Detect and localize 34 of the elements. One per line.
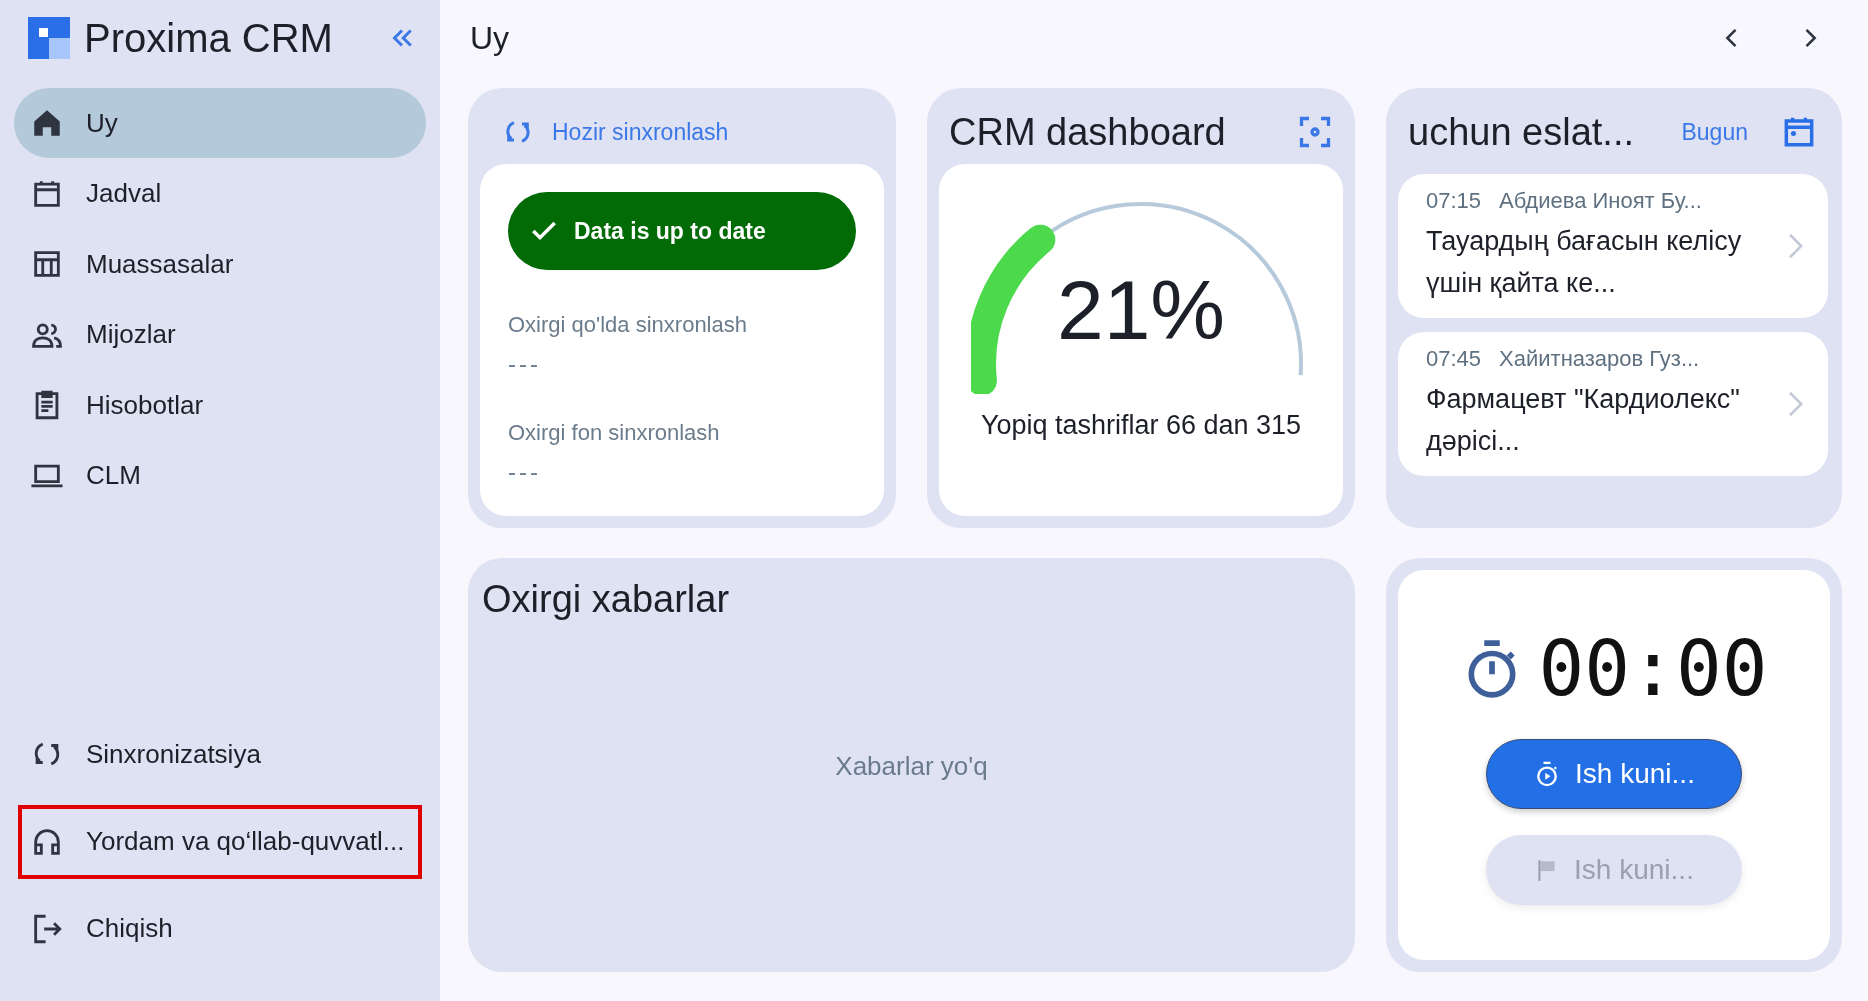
field-label: Oxirgi qo'lda sinxronlash — [508, 312, 748, 338]
reminder-text: Фармацевт "Кардиолекс" дәрісі... — [1426, 383, 1741, 458]
focus-icon[interactable] — [1297, 114, 1333, 150]
page-title: Uy — [470, 19, 510, 57]
nav-item[interactable]: Sinxronizatsiya — [14, 712, 426, 796]
nav-item[interactable]: Yordam va qo‘llab-quvvatl... — [18, 804, 422, 879]
nav-item[interactable]: Mijozlar — [14, 299, 426, 370]
nav-item[interactable]: Jadval — [14, 158, 426, 229]
percent-value: 21% — [1056, 262, 1226, 359]
reminder-text: Тауардың бағасын келісу үшін қайта ке... — [1426, 225, 1743, 300]
reminder-item[interactable]: 07:15 Абдиева Иноят Бу... Тауардың бағасын келісу үшін қайта ке... — [1398, 174, 1828, 318]
nav-item[interactable]: Uy — [14, 88, 426, 158]
app-title: Proxima CRM — [84, 15, 333, 61]
reminder-time: 07:45 — [1426, 346, 1482, 372]
reminder-time: 07:15 — [1426, 188, 1482, 214]
nav-item[interactable]: Muassasalar — [14, 229, 426, 299]
logo-icon — [28, 17, 70, 59]
nav-item[interactable]: Chiqish — [14, 886, 426, 971]
nav-item[interactable]: Hisobotlar — [14, 370, 426, 440]
field-value: --- — [508, 458, 542, 486]
field-value: --- — [508, 350, 542, 378]
status-badge: Data is up to date — [508, 192, 856, 270]
field-label: Oxirgi fon sinxronlash — [508, 420, 721, 446]
start-day-button[interactable]: Ish kuni... — [1486, 739, 1742, 809]
reminder-client: Хайитназаров Гуз... — [1499, 346, 1700, 372]
gauge-caption: Yopiq tashriflar 66 dan 315 — [979, 409, 1303, 442]
card-title: Oxirgi xabarlar — [482, 578, 731, 621]
card-title: uchun eslat... — [1408, 110, 1636, 154]
nav-item[interactable]: CLM — [14, 440, 426, 511]
card-title: CRM dashboard — [949, 110, 1227, 154]
empty-message: Xabarlar yo'q — [835, 751, 988, 782]
timer-display: 00:00 — [1538, 624, 1768, 713]
reminder-item[interactable]: 07:45 Хайитназаров Гуз... Фармацевт "Кардиолекс" дәрісі... — [1398, 332, 1828, 476]
reminder-client: Абдиева Иноят Бу... — [1499, 188, 1702, 214]
